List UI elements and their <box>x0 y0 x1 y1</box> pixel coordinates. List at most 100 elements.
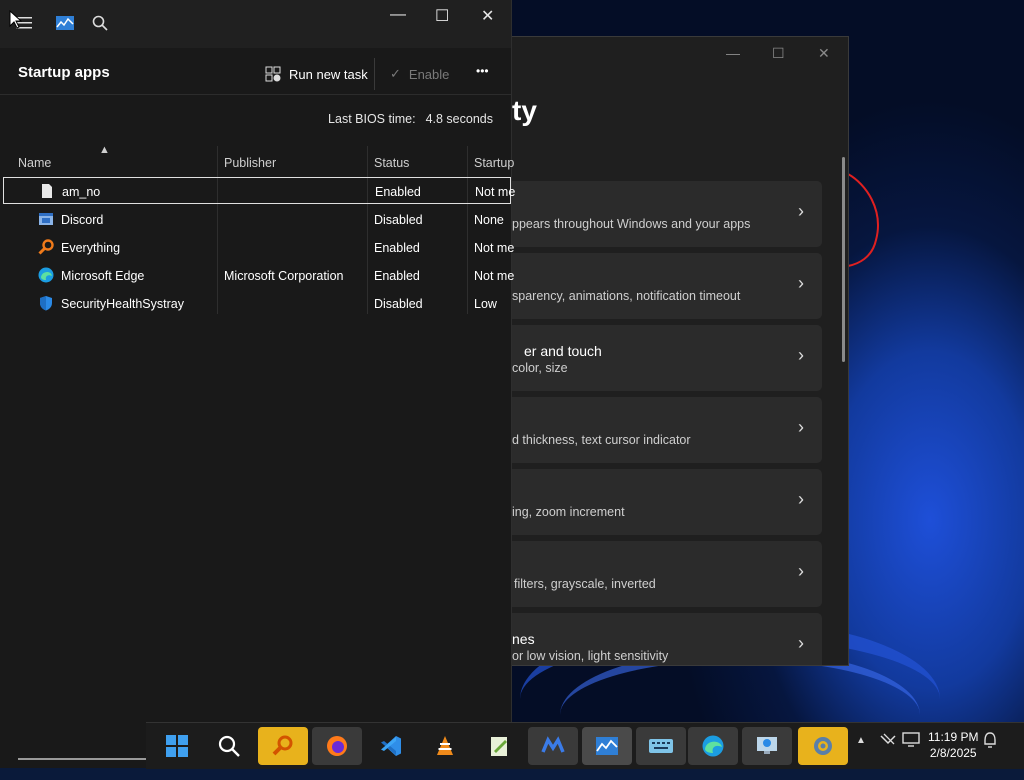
maximize-icon[interactable]: ☐ <box>772 45 785 62</box>
shield-icon <box>38 295 54 311</box>
card-description: color, size <box>512 361 568 375</box>
vscode-icon <box>381 736 401 756</box>
gear-icon <box>814 737 832 755</box>
taskbar: ▲ 11:19 PM 2/8/2025 <box>146 722 1024 769</box>
file-icon <box>39 183 55 199</box>
task-manager-window: — ☐ ✕ Startup apps Run new task ✓ Enable… <box>0 0 515 768</box>
row-status: Enabled <box>374 241 420 255</box>
run-task-icon <box>265 66 281 82</box>
title-bar[interactable]: — ☐ ✕ <box>0 0 511 48</box>
page-title: Startup apps <box>18 64 110 81</box>
task-manager-app-icon <box>56 15 74 36</box>
settings-card[interactable]: nes or low vision, light sensitivity › <box>512 613 822 665</box>
clock-date: 2/8/2025 <box>929 746 977 760</box>
table-row[interactable]: SecurityHealthSystray Disabled Low <box>3 290 511 317</box>
settings-scrollbar[interactable] <box>842 157 845 362</box>
bios-time-label: Last BIOS time: <box>328 112 416 126</box>
card-heading: er and touch <box>524 343 602 359</box>
toolbar-divider <box>374 58 375 90</box>
clock-time: 11:19 PM <box>928 730 979 744</box>
settings-page-title: ty <box>512 95 537 126</box>
close-icon[interactable]: ✕ <box>818 45 830 62</box>
chevron-right-icon: › <box>798 345 804 365</box>
row-name: Discord <box>61 213 104 227</box>
row-impact: None <box>474 213 504 227</box>
column-header-name[interactable]: Name <box>18 156 51 170</box>
taskbar-vlc-app[interactable] <box>420 727 470 765</box>
taskbar-mail-app[interactable] <box>528 727 578 765</box>
windows-logo-icon <box>166 735 188 757</box>
checkmark-icon: ✓ <box>390 66 401 81</box>
display-icon[interactable] <box>902 731 920 750</box>
settings-card[interactable]: ing, zoom increment › <box>512 469 822 535</box>
notepad-plus-icon <box>491 737 507 756</box>
card-description: ing, zoom increment <box>512 505 625 519</box>
horizontal-scrollbar[interactable] <box>18 758 146 760</box>
row-impact: Low <box>474 297 497 311</box>
taskbar-remote-desktop-app[interactable] <box>742 727 792 765</box>
row-status: Disabled <box>374 213 423 227</box>
more-options-button[interactable]: ••• <box>476 64 489 78</box>
table-row[interactable]: Microsoft Edge Microsoft Corporation Ena… <box>3 262 515 289</box>
taskbar-settings-app[interactable] <box>798 727 848 765</box>
enable-button[interactable]: ✓ Enable <box>390 66 449 82</box>
settings-card[interactable]: d thickness, text cursor indicator › <box>512 397 822 463</box>
settings-card[interactable]: sparency, animations, notification timeo… <box>512 253 822 319</box>
close-icon[interactable]: ✕ <box>481 6 494 26</box>
everything-app-icon <box>38 239 54 255</box>
card-description: ppears throughout Windows and your apps <box>512 217 751 231</box>
mail-app-icon <box>541 736 565 753</box>
row-name: Microsoft Edge <box>61 269 145 283</box>
minimize-icon[interactable]: — <box>726 45 740 61</box>
row-name: am_no <box>62 185 101 199</box>
taskbar-everything-app[interactable] <box>258 727 308 765</box>
notification-bell-icon[interactable] <box>982 731 998 752</box>
settings-card[interactable]: filters, grayscale, inverted › <box>512 541 822 607</box>
taskbar-task-manager-app[interactable] <box>582 727 632 765</box>
chevron-right-icon: › <box>798 561 804 581</box>
table-row[interactable]: Everything Enabled Not me <box>3 234 515 261</box>
sort-ascending-icon: ▲ <box>99 144 110 156</box>
mouse-cursor-icon <box>9 10 23 29</box>
row-impact: Not me <box>474 241 515 255</box>
edge-icon <box>702 735 724 757</box>
taskbar-vscode-app[interactable] <box>366 727 416 765</box>
table-row[interactable]: Discord Disabled None <box>3 206 511 233</box>
vlc-icon <box>437 736 453 755</box>
chevron-right-icon: › <box>798 201 804 221</box>
row-impact: Not me <box>474 269 515 283</box>
card-description: sparency, animations, notification timeo… <box>512 289 741 303</box>
edge-app-icon <box>38 267 54 283</box>
chevron-right-icon: › <box>798 417 804 437</box>
enable-label: Enable <box>408 66 450 82</box>
chevron-right-icon: › <box>798 633 804 653</box>
run-new-task-label: Run new task <box>289 66 368 82</box>
remote-desktop-icon <box>757 737 777 754</box>
system-clock[interactable]: 11:19 PM 2/8/2025 <box>928 729 978 761</box>
task-manager-app-icon <box>596 737 618 755</box>
row-name: Everything <box>61 241 121 255</box>
start-button[interactable] <box>152 727 202 765</box>
column-header-status[interactable]: Status <box>374 156 409 170</box>
taskbar-notepadpp-app[interactable] <box>474 727 524 765</box>
column-header-publisher[interactable]: Publisher <box>224 156 276 170</box>
network-icon[interactable] <box>880 731 896 750</box>
card-description: filters, grayscale, inverted <box>514 577 656 591</box>
keyboard-icon <box>649 739 673 753</box>
column-header-startup-impact[interactable]: Startup <box>474 156 514 170</box>
settings-card[interactable]: ppears throughout Windows and your apps … <box>512 181 822 247</box>
maximize-icon[interactable]: ☐ <box>435 6 449 26</box>
minimize-icon[interactable]: — <box>390 6 406 24</box>
everything-app-icon <box>272 735 293 756</box>
table-row[interactable]: am_no Enabled Not me <box>3 177 515 204</box>
search-icon[interactable] <box>92 15 108 36</box>
chevron-up-icon[interactable]: ▲ <box>856 735 866 746</box>
taskbar-firefox-app[interactable] <box>312 727 362 765</box>
card-description: or low vision, light sensitivity <box>512 649 669 663</box>
header-divider <box>0 94 511 95</box>
taskbar-search-button[interactable] <box>204 727 254 765</box>
taskbar-edge-app[interactable] <box>688 727 738 765</box>
taskbar-keyboard-app[interactable] <box>636 727 686 765</box>
settings-card[interactable]: er and touch color, size › <box>512 325 822 391</box>
run-new-task-button[interactable]: Run new task <box>265 66 368 82</box>
